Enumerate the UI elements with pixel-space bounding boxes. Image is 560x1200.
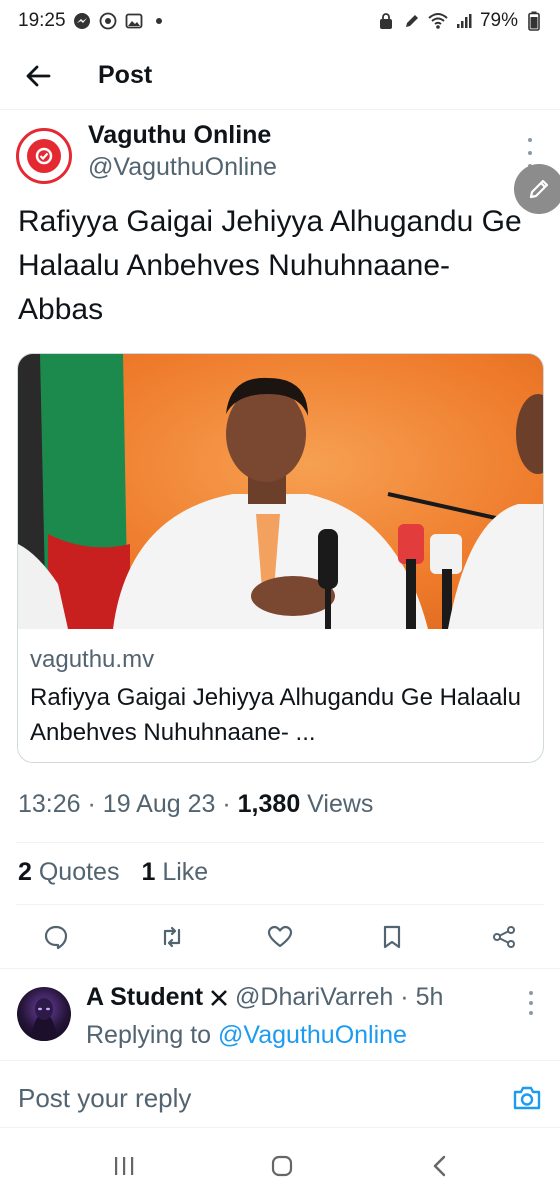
pen-icon	[402, 11, 422, 31]
messenger-icon	[72, 11, 92, 31]
card-domain: vaguthu.mv	[30, 646, 155, 673]
likes-label: Like	[162, 858, 209, 886]
reply-author-name[interactable]: A Student	[86, 983, 203, 1011]
status-bar: 19:25 79%	[0, 0, 560, 42]
tweet-time: 13:26	[18, 790, 81, 818]
dot-icon	[529, 1001, 533, 1005]
reply-icon	[44, 925, 68, 950]
dot-icon	[529, 991, 533, 995]
camera-icon	[513, 1086, 541, 1110]
reply-separator: ·	[400, 983, 416, 1011]
whatsapp-icon	[98, 11, 118, 31]
divider	[16, 842, 544, 843]
tweet-author: Vaguthu Online @VaguthuOnline	[16, 120, 544, 190]
battery-icon	[524, 11, 544, 31]
quotes-label: Quotes	[38, 858, 120, 886]
link-card[interactable]: vaguthu.mv Rafiyya Gaigai Jehiyya Alhuga…	[17, 353, 544, 763]
reply-header: A Student @DhariVarreh · 5h	[86, 983, 443, 1014]
share-button[interactable]	[484, 917, 524, 957]
replying-mention-link[interactable]: @VaguthuOnline	[218, 1021, 407, 1049]
system-nav-bar	[0, 1130, 560, 1200]
like-button[interactable]	[260, 917, 300, 957]
battery-percent: 79%	[479, 10, 518, 31]
heart-icon	[267, 925, 293, 948]
reply-more-options-button[interactable]	[526, 991, 536, 1015]
author-names: Vaguthu Online @VaguthuOnline	[88, 120, 277, 184]
author-avatar[interactable]	[16, 128, 72, 184]
arrow-left-icon	[26, 65, 51, 86]
tweet-text: Rafiyya Gaigai Jehiyya Alhugandu Ge Hala…	[18, 205, 522, 326]
signal-icon	[454, 11, 474, 31]
tweet-meta: 13:26 · 19 Aug 23 · 1,380 Views	[18, 790, 373, 819]
divider	[16, 904, 544, 905]
back-button[interactable]	[18, 56, 58, 96]
camera-button[interactable]	[510, 1083, 544, 1113]
home-icon	[271, 1155, 293, 1177]
reply-avatar[interactable]	[17, 987, 71, 1041]
tweet-actions	[0, 912, 560, 962]
views-count: 1,380	[237, 790, 301, 818]
vaguthu-logo-icon	[27, 139, 61, 173]
views-label: Views	[307, 790, 374, 818]
reply-composer	[0, 1060, 560, 1128]
likes-stat[interactable]: 1 Like	[141, 858, 208, 887]
recents-icon	[115, 1157, 134, 1175]
chevron-left-icon	[433, 1155, 446, 1177]
card-image	[18, 354, 543, 629]
wifi-icon	[428, 11, 448, 31]
share-icon	[493, 926, 515, 948]
pencil-icon	[529, 179, 549, 199]
x-verified-icon	[210, 985, 228, 1014]
dot-icon	[528, 151, 532, 155]
reply-author-handle[interactable]: @DhariVarreh	[235, 983, 393, 1011]
home-button[interactable]	[262, 1148, 302, 1184]
reply-item[interactable]: A Student @DhariVarreh · 5h Replying to …	[0, 968, 560, 1060]
quotes-stat[interactable]: 2 Quotes	[18, 858, 119, 887]
dot-icon	[528, 138, 532, 142]
bookmark-icon	[383, 925, 401, 949]
status-right: 79%	[376, 10, 544, 32]
replying-to: Replying to @VaguthuOnline	[86, 1021, 407, 1050]
top-app-bar: Post	[0, 42, 560, 110]
card-title: Rafiyya Gaigai Jehiyya Alhugandu Ge Hala…	[30, 684, 521, 746]
gallery-icon	[124, 11, 144, 31]
repost-icon	[163, 926, 181, 948]
system-back-button[interactable]	[420, 1148, 460, 1184]
dot-icon	[529, 1011, 533, 1015]
likes-count: 1	[141, 858, 156, 886]
status-time: 19:25	[18, 10, 66, 31]
status-left: 19:25	[18, 10, 162, 32]
author-name[interactable]: Vaguthu Online	[88, 120, 277, 150]
meta-separator: ·	[87, 790, 103, 818]
author-handle[interactable]: @VaguthuOnline	[88, 150, 277, 184]
reply-input[interactable]	[18, 1081, 488, 1115]
recents-button[interactable]	[104, 1148, 144, 1184]
quotes-count: 2	[18, 858, 32, 886]
replying-prefix: Replying to	[86, 1021, 212, 1049]
tweet-stats: 2 Quotes 1 Like	[18, 858, 208, 887]
repost-button[interactable]	[152, 917, 192, 957]
bookmark-button[interactable]	[372, 917, 412, 957]
tweet-date: 19 Aug 23	[102, 790, 216, 818]
meta-separator: ·	[222, 790, 238, 818]
notification-dot-icon	[155, 18, 162, 24]
reply-button[interactable]	[36, 917, 76, 957]
lock-icon	[376, 11, 396, 31]
reply-time: 5h	[415, 983, 444, 1011]
page-title: Post	[98, 61, 153, 89]
